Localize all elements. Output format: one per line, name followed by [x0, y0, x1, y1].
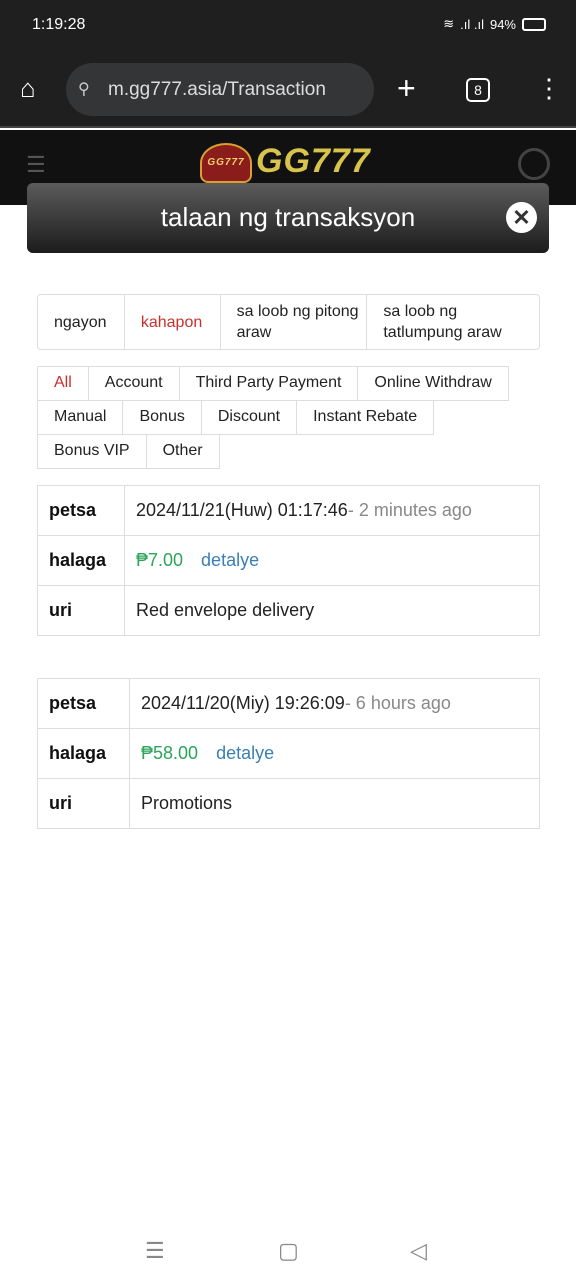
amount-cell: ₱58.00 detalye: [129, 728, 540, 779]
table-row: halaga ₱58.00 detalye: [37, 728, 540, 779]
filter-bonus[interactable]: Bonus: [122, 400, 202, 435]
address-bar[interactable]: ⚲ m.gg777.asia/Transaction: [66, 63, 374, 116]
amount-label: halaga: [37, 728, 130, 779]
table-row: petsa 2024/11/20(Miy) 19:26:09- 6 hours a…: [37, 678, 540, 729]
new-tab-icon[interactable]: +: [397, 72, 416, 104]
filter-other[interactable]: Other: [145, 434, 220, 469]
site-settings-icon[interactable]: ⚲: [78, 63, 90, 116]
logo-badge: GG777 777: [200, 143, 252, 204]
date-range-tabs: ngayon kahapon sa loob ng pitong araw sa…: [37, 294, 540, 350]
date-cell: 2024/11/21(Huw) 01:17:46- 2 minutes ago: [124, 485, 540, 536]
wifi-icon: ≋: [443, 16, 455, 31]
amount-cell: ₱7.00 detalye: [124, 535, 540, 586]
date-value: 2024/11/20(Miy) 19:26:09: [141, 693, 345, 713]
recents-icon[interactable]: ☰: [145, 1238, 165, 1264]
battery-icon: [522, 17, 546, 31]
date-label: petsa: [37, 678, 130, 729]
filter-discount[interactable]: Discount: [200, 400, 298, 435]
table-row: petsa 2024/11/21(Huw) 01:17:46- 2 minutes…: [37, 485, 540, 536]
modal-title-bar: talaan ng transaksyon ✕: [27, 183, 549, 253]
support-headset-icon[interactable]: [518, 148, 550, 180]
detail-link[interactable]: detalye: [201, 550, 259, 570]
relative-time: - 2 minutes ago: [347, 500, 472, 520]
home-icon[interactable]: ⌂: [20, 74, 36, 102]
type-value: Red envelope delivery: [124, 585, 540, 636]
home-button-icon[interactable]: ▢: [278, 1238, 299, 1264]
amount-value: ₱58.00: [141, 743, 199, 763]
page-title: talaan ng transaksyon: [160, 202, 416, 232]
date-cell: 2024/11/20(Miy) 19:26:09- 6 hours ago: [129, 678, 540, 729]
filter-instant-rebate[interactable]: Instant Rebate: [296, 400, 435, 435]
filter-online-withdraw[interactable]: Online Withdraw: [357, 366, 509, 401]
close-icon[interactable]: ✕: [506, 202, 537, 233]
more-menu-icon[interactable]: ⋮: [536, 74, 562, 102]
detail-link[interactable]: detalye: [216, 743, 274, 763]
filter-account[interactable]: Account: [87, 366, 180, 401]
url-text: m.gg777.asia/Transaction: [108, 79, 326, 100]
type-value: Promotions: [129, 778, 540, 829]
type-label: uri: [37, 778, 130, 829]
date-value: 2024/11/21(Huw) 01:17:46: [136, 500, 348, 520]
tab-switcher[interactable]: 8: [466, 78, 490, 102]
filter-third-party-payment[interactable]: Third Party Payment: [178, 366, 359, 401]
amount-value: ₱7.00: [136, 550, 184, 570]
type-filters: All Account Third Party Payment Online W…: [37, 366, 527, 469]
logo[interactable]: GG777 777GG777: [200, 142, 371, 204]
tab-today[interactable]: ngayon: [38, 295, 125, 349]
back-icon[interactable]: ◁: [410, 1238, 427, 1264]
transaction-record: petsa 2024/11/20(Miy) 19:26:09- 6 hours a…: [37, 678, 540, 829]
filter-all[interactable]: All: [37, 366, 89, 401]
tab-7-days[interactable]: sa loob ng pitong araw: [221, 295, 368, 349]
table-row: uri Promotions: [37, 778, 540, 829]
transaction-record: petsa 2024/11/21(Huw) 01:17:46- 2 minutes…: [37, 485, 540, 636]
table-row: uri Red envelope delivery: [37, 585, 540, 636]
filter-manual[interactable]: Manual: [37, 400, 124, 435]
table-row: halaga ₱7.00 detalye: [37, 535, 540, 586]
clock: 1:19:28: [32, 16, 86, 33]
type-label: uri: [37, 585, 125, 636]
filter-bonus-vip[interactable]: Bonus VIP: [37, 434, 147, 469]
system-nav-bar: ☰ ▢ ◁: [0, 1238, 576, 1266]
tab-30-days[interactable]: sa loob ng tatlumpung araw: [367, 295, 539, 349]
relative-time: - 6 hours ago: [344, 693, 451, 713]
browser-toolbar: ⌂ ⚲ m.gg777.asia/Transaction + 8 ⋮: [0, 50, 576, 128]
status-bar: 1:19:28 ≋ .ıl .ıl 94%: [0, 0, 576, 50]
signal-icon: .ıl .ıl: [460, 16, 484, 32]
date-label: petsa: [37, 485, 125, 536]
battery-level: 94%: [489, 16, 516, 32]
logo-text: GG777: [256, 142, 371, 180]
amount-label: halaga: [37, 535, 125, 586]
tab-yesterday[interactable]: kahapon: [125, 295, 221, 349]
menu-icon[interactable]: ☰: [26, 152, 54, 178]
